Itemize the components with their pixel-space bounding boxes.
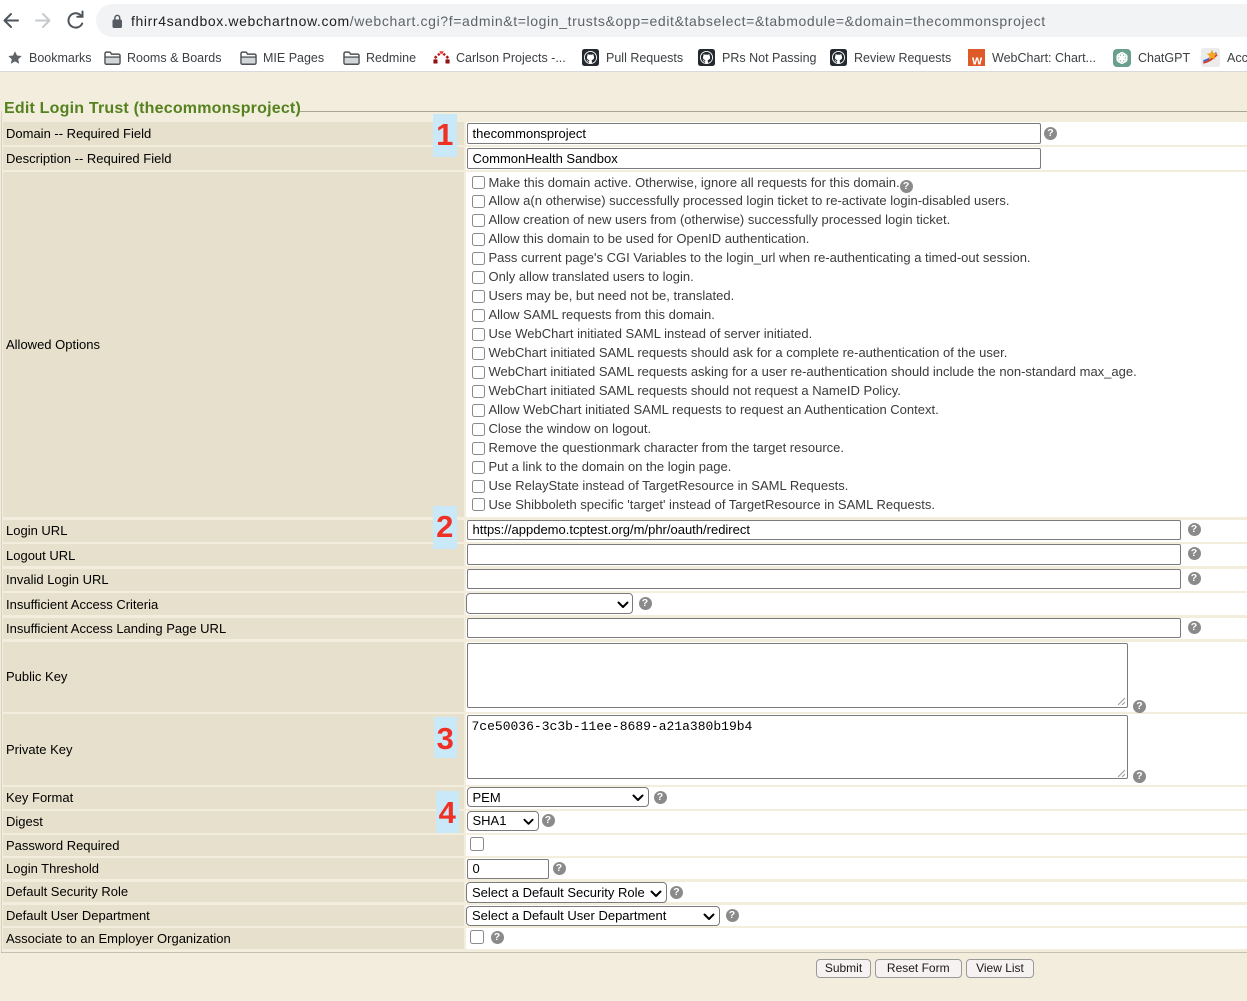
svg-text:w: w bbox=[971, 53, 983, 67]
